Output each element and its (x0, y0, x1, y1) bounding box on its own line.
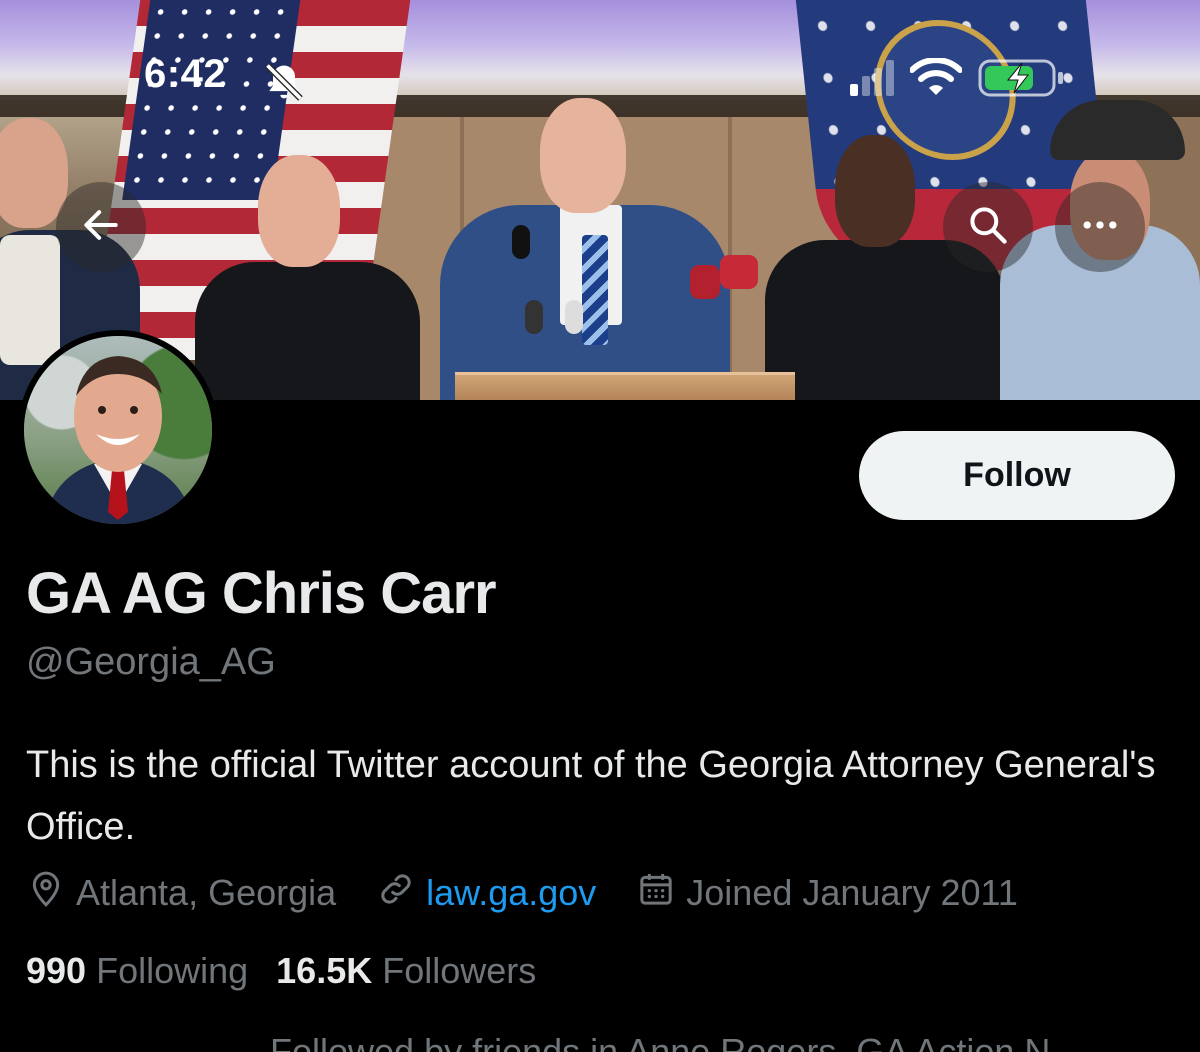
signal-icon (850, 59, 894, 101)
avatar-portrait (44, 356, 194, 524)
microphone (690, 265, 720, 299)
display-name: GA AG Chris Carr (26, 561, 497, 626)
follow-button[interactable]: Follow (859, 431, 1175, 520)
profile-bio: This is the official Twitter account of … (26, 744, 1156, 848)
microphone (565, 300, 583, 334)
following-count: 990 (26, 950, 87, 991)
join-date-text: Joined January 2011 (686, 872, 1018, 913)
join-date: Joined January 2011 (636, 869, 1018, 918)
battery-charging-icon (978, 58, 1064, 103)
following-link[interactable]: 990 Following (26, 950, 248, 992)
status-icons (850, 56, 1064, 103)
follow-counts: 990 Following 16.5K Followers (26, 950, 564, 992)
profile-avatar[interactable] (18, 330, 218, 530)
followers-label: Followers (382, 950, 537, 991)
more-options-button[interactable] (1055, 182, 1145, 272)
bell-slash-icon (262, 60, 306, 109)
arrow-left-icon (79, 203, 123, 252)
wifi-icon (909, 56, 963, 103)
link-icon (376, 869, 426, 918)
location: Atlanta, Georgia (26, 869, 336, 918)
status-time: 6:42 (144, 52, 227, 96)
search-button[interactable] (943, 182, 1033, 272)
more-horizontal-icon (1078, 203, 1122, 252)
back-button[interactable] (56, 182, 146, 272)
microphone (512, 225, 530, 259)
profile-meta: Atlanta, Georgia law.ga.gov Joined Janua… (26, 868, 1058, 918)
podium (455, 372, 795, 400)
website-link[interactable]: law.ga.gov (426, 872, 596, 914)
followed-by-text[interactable]: Followed by friends in Anne Rogers, GA A… (270, 1038, 1050, 1052)
followers-link[interactable]: 16.5K Followers (276, 950, 536, 992)
website[interactable]: law.ga.gov (376, 869, 596, 918)
user-handle: @Georgia_AG (26, 641, 276, 683)
location-text: Atlanta, Georgia (76, 872, 337, 913)
followers-count: 16.5K (276, 950, 373, 991)
search-icon (966, 203, 1010, 252)
microphone (525, 300, 543, 334)
calendar-icon (636, 869, 686, 918)
location-pin-icon (26, 869, 76, 918)
following-label: Following (96, 950, 249, 991)
microphone (720, 255, 758, 289)
